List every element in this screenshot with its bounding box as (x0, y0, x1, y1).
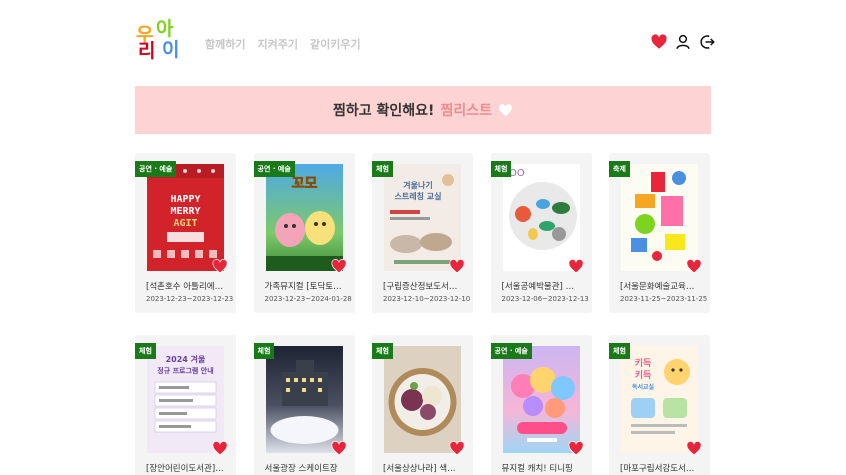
poster-art (510, 367, 575, 442)
svg-text:AGIT: AGIT (173, 218, 197, 229)
wishlist-heart-icon[interactable] (330, 440, 348, 457)
event-card[interactable]: 축제 [서울문화예술교육센터] 가족 축제 2023-11-25~2023-11… (609, 153, 710, 313)
poster-art: OO (508, 168, 577, 250)
event-card[interactable]: 체험 2024 겨울 정규 프로그램 안내 [장안어린이도서관] 2024 겨울… (135, 335, 236, 475)
svg-text:HAPPY: HAPPY (170, 194, 200, 205)
event-card[interactable]: 체험 OO [서울공예박물관] 겨울방학 체험 2023-12-06~2023-… (490, 153, 592, 313)
event-grid: 공연 · 예술 HAPPY MERRY AGIT [석촌호수 아틀리에] 해피 … (135, 153, 711, 475)
event-card[interactable]: 체험 [서울상상나라] 색깔 요리 교실 (372, 335, 473, 475)
poster-art: 2024 겨울 정규 프로그램 안내 (154, 354, 217, 433)
poster-image: 2024 겨울 정규 프로그램 안내 (147, 346, 224, 453)
event-card[interactable]: 공연 · 예술 꼬모 가족뮤지컬 [토닥토닥 꼬모] 2023-12-23~20… (253, 153, 355, 313)
svg-text:키득: 키득 (635, 369, 652, 381)
nav-item-protect[interactable]: 지켜주기 (257, 36, 297, 52)
heart-icon[interactable] (650, 33, 668, 51)
event-title: [서울문화예술교육센터] 가족 축제 (620, 282, 700, 292)
category-badge: 공연 · 예술 (253, 161, 295, 177)
poster-art: HAPPY MERRY AGIT (147, 164, 224, 258)
svg-text:키득: 키득 (635, 357, 652, 369)
main-nav: 함께하기 지켜주기 같이키우기 (205, 36, 361, 52)
event-title: [구립증산정보도서관] 겨울나기 스트레칭 교실 (383, 282, 463, 292)
poster-art: 겨울나기 스트레칭 교실 (390, 174, 454, 264)
poster-image (265, 346, 343, 453)
poster-art (388, 368, 457, 436)
event-date: 2023-12-23~2023-12-23 (146, 295, 234, 303)
category-badge: 체험 (372, 343, 393, 359)
wishlist-heart-icon[interactable] (448, 440, 466, 457)
event-title: 뮤지컬 캐치! 티니핑 (501, 464, 573, 474)
event-date: 2023-12-23~2024-01-28 (264, 295, 352, 303)
wishlist-heart-icon[interactable] (685, 440, 703, 457)
event-title: [석촌호수 아틀리에] 해피 메리 아기트 (146, 282, 226, 292)
event-title: 서울광장 스케이트장 (264, 464, 338, 474)
logo-char-3: 리 (138, 40, 156, 62)
wishlist-heart-icon[interactable] (685, 258, 703, 275)
event-card[interactable]: 체험 겨울나기 스트레칭 교실 [구립증산정보도서관] 겨울나기 스트레칭 교실… (372, 153, 473, 313)
event-title: 가족뮤지컬 [토닥토닥 꼬모] (264, 282, 345, 292)
poster-image (502, 346, 580, 453)
svg-text:스트레칭 교실: 스트레칭 교실 (395, 191, 442, 201)
banner-highlight: 찜리스트 (440, 103, 492, 119)
wishlist-heart-icon[interactable] (330, 258, 348, 275)
wishlist-heart-icon[interactable] (448, 258, 466, 275)
logo[interactable]: 우 아 리 이 (136, 20, 188, 62)
logo-char-2: 아 (156, 18, 174, 40)
poster-image: 겨울나기 스트레칭 교실 (384, 164, 461, 271)
nav-item-together[interactable]: 함께하기 (205, 36, 245, 52)
poster-image (384, 346, 461, 453)
category-badge: 체험 (253, 343, 275, 359)
svg-text:겨울나기: 겨울나기 (403, 180, 432, 190)
event-card[interactable]: 체험 서울광장 스케이트장 (253, 335, 355, 475)
event-card[interactable]: 공연 · 예술 뮤지컬 캐치! 티니핑 (490, 335, 592, 475)
poster-image: 키득 키득 독서교실 (621, 346, 698, 453)
svg-text:독서교실: 독서교실 (632, 383, 655, 391)
poster-art: 꼬모 (265, 176, 343, 271)
nav-item-raise[interactable]: 같이키우기 (310, 36, 361, 52)
poster-art (631, 171, 686, 261)
header: 우 아 리 이 함께하기 지켜주기 같이키우기 (0, 0, 846, 80)
poster-art (270, 360, 338, 444)
poster-image (621, 164, 698, 271)
category-badge: 체험 (609, 343, 630, 359)
svg-text:꼬모: 꼬모 (291, 176, 317, 192)
event-title: [마포구립서강도서관] 키득키득 독서교실 (620, 464, 700, 474)
poster-image: HAPPY MERRY AGIT (147, 164, 224, 271)
wishlist-banner: 찜하고 확인해요! 찜리스트 (135, 86, 711, 134)
category-badge: 축제 (609, 161, 630, 177)
svg-text:MERRY: MERRY (170, 206, 200, 217)
poster-art: 키득 키득 독서교실 (631, 357, 690, 434)
event-title: [서울상상나라] 색깔 요리 교실 (383, 464, 463, 474)
wishlist-heart-icon[interactable] (567, 440, 585, 457)
category-badge: 체험 (372, 161, 393, 177)
event-date: 2023-11-25~2023-11-25 (620, 295, 708, 303)
svg-text:정규 프로그램 안내: 정규 프로그램 안내 (157, 366, 213, 375)
event-date: 2023-12-06~2023-12-13 (501, 295, 589, 303)
svg-text:2024 겨울: 2024 겨울 (166, 354, 206, 364)
header-icons (650, 33, 716, 51)
category-badge: 체험 (490, 161, 512, 177)
user-icon[interactable] (674, 33, 692, 51)
poster-image: OO (502, 164, 580, 271)
poster-image: 꼬모 (265, 164, 343, 271)
event-card[interactable]: 체험 키득 키득 독서교실 [마포구립서강도서관] 키득키득 독서교실 (609, 335, 710, 475)
heart-icon (499, 103, 512, 116)
logout-icon[interactable] (698, 33, 716, 51)
wishlist-heart-icon[interactable] (211, 258, 229, 275)
banner-text: 찜하고 확인해요! (333, 103, 435, 119)
category-badge: 체험 (135, 343, 156, 359)
wishlist-heart-icon[interactable] (567, 258, 585, 275)
event-card[interactable]: 공연 · 예술 HAPPY MERRY AGIT [석촌호수 아틀리에] 해피 … (135, 153, 236, 313)
event-title: [서울공예박물관] 겨울방학 체험 (501, 282, 582, 292)
logo-char-4: 이 (162, 39, 180, 61)
category-badge: 공연 · 예술 (490, 343, 532, 359)
event-title: [장안어린이도서관] 2024 겨울 정규 프로그램 (146, 464, 226, 474)
wishlist-heart-icon[interactable] (211, 440, 229, 457)
category-badge: 공연 · 예술 (135, 161, 177, 177)
event-date: 2023-12-10~2023-12-10 (383, 295, 471, 303)
